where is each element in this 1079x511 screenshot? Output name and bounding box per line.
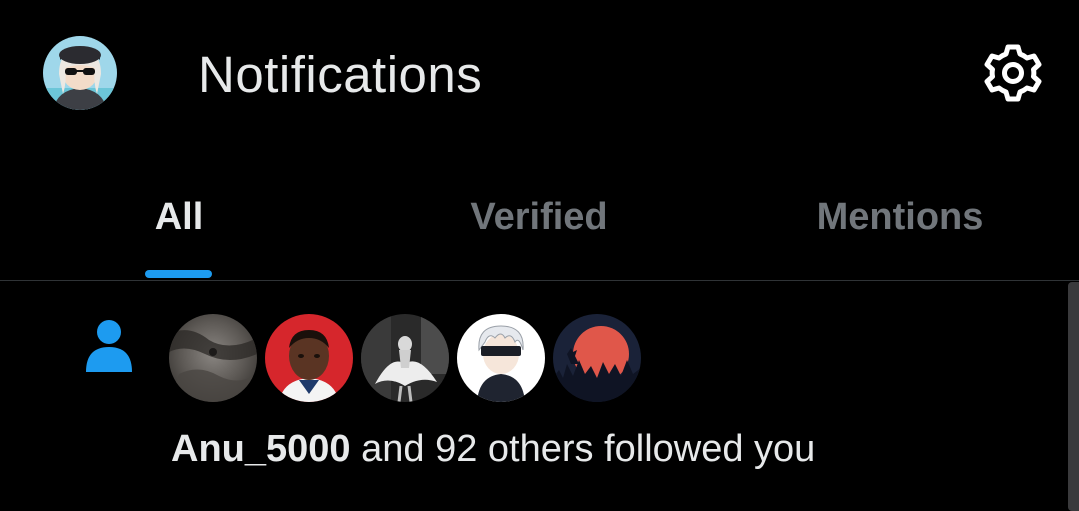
profile-avatar[interactable] [43, 36, 117, 110]
person-icon [84, 319, 134, 373]
scrollbar[interactable] [1068, 282, 1079, 511]
follower-avatar-4[interactable] [457, 314, 545, 402]
top-bar: Notifications [0, 0, 1079, 150]
follower-avatar-2[interactable] [265, 314, 353, 402]
tab-label-all: All [154, 196, 204, 238]
tab-bar: All Verified Mentions [0, 150, 1079, 280]
tab-label-mentions: Mentions [816, 196, 984, 238]
tab-all[interactable]: All [0, 150, 360, 280]
follower-username[interactable]: Anu_5000 [171, 428, 351, 470]
page-title: Notifications [198, 46, 483, 103]
notification-message: and 92 others followed you [350, 428, 816, 470]
follower-avatar-1[interactable] [169, 314, 257, 402]
active-tab-indicator [145, 270, 212, 278]
follower-avatar-5[interactable] [553, 314, 641, 402]
gear-icon [984, 44, 1042, 102]
follower-avatar-3[interactable] [361, 314, 449, 402]
settings-button[interactable] [981, 41, 1045, 105]
follower-avatars [169, 314, 649, 404]
follow-notification[interactable]: Anu_5000 and 92 others followed you [0, 281, 1066, 511]
notification-text: Anu_5000 and 92 others followed you [171, 426, 815, 472]
avatar-image [43, 36, 117, 110]
tab-label-verified: Verified [470, 196, 608, 238]
